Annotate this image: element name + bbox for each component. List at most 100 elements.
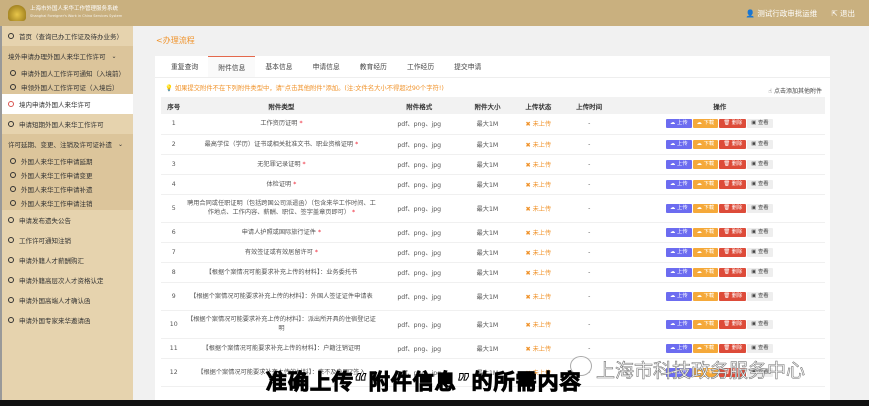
view-button[interactable]: ▣ 查看 (747, 179, 773, 189)
tab[interactable]: 重复查询 (161, 56, 208, 77)
download-button[interactable]: ☁ 下载 (692, 343, 719, 353)
sidebar-subitem[interactable]: 申请外国人工作许可通知（入境前） (2, 66, 133, 80)
upload-button[interactable]: ☁ 上传 (666, 267, 692, 277)
circle-icon (10, 200, 16, 206)
sidebar-subitem[interactable]: 外国人来华工作申请延期 (2, 154, 133, 168)
image-icon: ▣ (751, 292, 758, 299)
delete-button[interactable]: 🗑 删除 (719, 267, 747, 277)
upload-button[interactable]: ☁ 上传 (666, 179, 692, 189)
upload-button[interactable]: ☁ 上传 (666, 343, 692, 353)
table-row: 9 【根据个案情况可能要求补充上传的材料】：外国人签证证件申请表 pdf、png、j… (161, 282, 825, 311)
cloud-icon: ☁ (696, 160, 704, 167)
required-mark: * (293, 180, 297, 188)
download-button[interactable]: ☁ 下载 (692, 119, 719, 129)
tab[interactable]: 申请信息 (303, 56, 350, 77)
sidebar-item-label: 首页（查询已办工作证及待办业务） (19, 33, 123, 41)
upload-label: 上传 (677, 180, 688, 187)
delete-button[interactable]: 🗑 删除 (719, 203, 747, 213)
bulb-icon: 💡 (165, 85, 173, 92)
upload-button[interactable]: ☁ 上传 (666, 319, 692, 329)
upload-button[interactable]: ☁ 上传 (666, 139, 692, 149)
delete-label: 删除 (731, 204, 743, 211)
upload-button[interactable]: ☁ 上传 (666, 227, 692, 237)
upload-button[interactable]: ☁ 上传 (666, 203, 692, 213)
sidebar-item[interactable]: 申请外籍人才薪酬购汇 (2, 250, 133, 270)
tab[interactable]: 基本信息 (255, 56, 302, 77)
row-number: 1 (161, 114, 187, 135)
download-button[interactable]: ☁ 下载 (692, 247, 719, 257)
actions: ☁ 上传 ☁ 下载 🗑 删除 ▣ 查看 (614, 242, 825, 263)
attachment-type-label: 【根据个案情况可能要求补充上传的材料】：外国人签证证件申请表 (190, 292, 373, 300)
sidebar-subitem[interactable]: 外国人来华工作申请注销 (2, 196, 133, 210)
sidebar-subitem[interactable]: 外国人来华工作申请补遗 (2, 182, 133, 196)
view-button[interactable]: ▣ 查看 (747, 267, 773, 277)
delete-button[interactable]: 🗑 删除 (719, 159, 747, 169)
sidebar-subitem-label: 申领外国人工作许可证（入境后） (21, 84, 119, 92)
download-button[interactable]: ☁ 下载 (692, 227, 719, 237)
sidebar-item[interactable]: 首页（查询已办工作证及待办业务） (2, 26, 133, 46)
sidebar-item[interactable]: 申请外国高端人才确认函 (2, 290, 133, 310)
sidebar-item[interactable]: 工作许可通知注销 (2, 230, 133, 250)
delete-button[interactable]: 🗑 删除 (719, 247, 747, 257)
download-button[interactable]: ☁ 下载 (692, 291, 719, 301)
image-icon: ▣ (751, 228, 758, 235)
download-button[interactable]: ☁ 下载 (692, 159, 719, 169)
logout-button[interactable]: ⇱ 退出 (831, 8, 855, 19)
upload-label: 上传 (677, 228, 688, 235)
tab[interactable]: 工作经历 (397, 56, 444, 77)
view-button[interactable]: ▣ 查看 (747, 319, 773, 329)
delete-button[interactable]: 🗑 删除 (719, 343, 747, 353)
sidebar-item[interactable]: 境内申请外国人来华许可 (2, 94, 133, 114)
download-button[interactable]: ☁ 下载 (692, 319, 719, 329)
sidebar-item[interactable]: 申请发布遗失公告 (2, 210, 133, 230)
tab[interactable]: 教育经历 (350, 56, 397, 77)
sidebar-subitem[interactable]: 申领外国人工作许可证（入境后） (2, 80, 133, 94)
sidebar-item[interactable]: 申请外国专家来华邀请函 (2, 310, 133, 330)
attachment-type-label: 聘用合同或任职证明（包括跨国公司派遣函）（包含来华工作时间、工作地点、工作内容、… (187, 200, 376, 216)
sidebar-item[interactable]: 申请外籍高层次人才资格认定 (2, 270, 133, 290)
delete-button[interactable]: 🗑 删除 (719, 319, 747, 329)
column-header: 上传状态 (512, 97, 564, 114)
view-button[interactable]: ▣ 查看 (747, 247, 773, 257)
tab[interactable]: 提交申请 (444, 56, 491, 77)
view-button[interactable]: ▣ 查看 (747, 119, 773, 129)
sidebar-group-header[interactable]: 境外申请办理外国人来华工作许可 ⌄ (2, 46, 133, 66)
upload-button[interactable]: ☁ 上传 (666, 291, 692, 301)
add-other-attachment-link[interactable]: ☝ 点击添加其他附件 (768, 86, 822, 95)
user-menu[interactable]: 👤 测试行政审批运维 (746, 8, 818, 19)
sidebar-subitem-label: 外国人来华工作申请延期 (21, 158, 93, 166)
delete-button[interactable]: 🗑 删除 (719, 227, 747, 237)
row-number: 7 (161, 242, 187, 263)
actions: ☁ 上传 ☁ 下载 🗑 删除 ▣ 查看 (614, 134, 825, 155)
sidebar-subitem[interactable]: 外国人来华工作申请变更 (2, 168, 133, 182)
view-button[interactable]: ▣ 查看 (747, 203, 773, 213)
column-header: 操作 (614, 97, 825, 114)
delete-button[interactable]: 🗑 删除 (719, 139, 747, 149)
sidebar-group-header[interactable]: 许可延期、变更、注销及许可证补遗 ⌄ (2, 134, 133, 154)
delete-label: 删除 (731, 160, 743, 167)
view-button[interactable]: ▣ 查看 (747, 291, 773, 301)
x-icon: ✖ (525, 321, 533, 329)
attachment-type: 【根据个案情况可能要求补充上传的材料】：户籍注销证明 (186, 338, 377, 359)
upload-button[interactable]: ☁ 上传 (666, 159, 692, 169)
circle-icon (8, 121, 14, 127)
delete-button[interactable]: 🗑 删除 (719, 179, 747, 189)
upload-button[interactable]: ☁ 上传 (666, 119, 692, 129)
sidebar-item[interactable]: 申请短期外国人来华工作许可 (2, 114, 133, 134)
circle-icon (10, 158, 16, 164)
view-button[interactable]: ▣ 查看 (747, 139, 773, 149)
view-label: 查看 (757, 228, 769, 235)
download-button[interactable]: ☁ 下载 (692, 267, 719, 277)
view-button[interactable]: ▣ 查看 (747, 343, 773, 353)
x-icon: ✖ (525, 345, 533, 353)
download-button[interactable]: ☁ 下载 (692, 179, 719, 189)
delete-button[interactable]: 🗑 删除 (719, 291, 747, 301)
delete-button[interactable]: 🗑 删除 (719, 119, 747, 129)
download-button[interactable]: ☁ 下载 (692, 139, 719, 149)
view-button[interactable]: ▣ 查看 (747, 159, 773, 169)
attachment-type-label: 【根据个案情况可能要求补充上传的材料】：派出所开具的住宿登记证明 (187, 316, 376, 332)
upload-button[interactable]: ☁ 上传 (666, 247, 692, 257)
download-button[interactable]: ☁ 下载 (692, 203, 719, 213)
tab[interactable]: 附件信息 (208, 56, 256, 77)
view-button[interactable]: ▣ 查看 (747, 227, 773, 237)
